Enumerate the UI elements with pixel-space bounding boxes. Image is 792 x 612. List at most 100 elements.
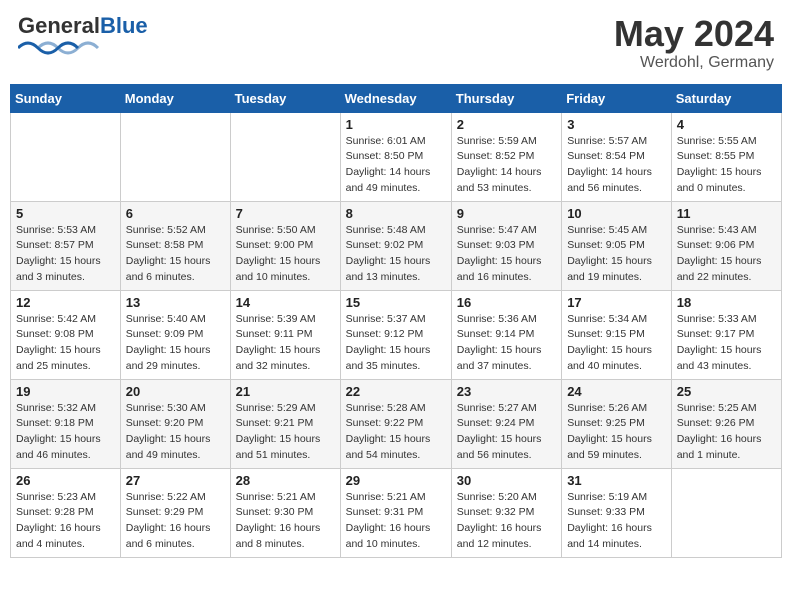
day-info: Sunrise: 5:48 AM Sunset: 9:02 PM Dayligh… bbox=[346, 223, 446, 286]
calendar-cell: 25Sunrise: 5:25 AM Sunset: 9:26 PM Dayli… bbox=[671, 379, 781, 468]
day-number: 3 bbox=[567, 117, 666, 132]
calendar-cell bbox=[120, 112, 230, 201]
calendar-cell: 8 Sunrise: 5:48 AM Sunset: 9:02 PM Daylig… bbox=[340, 201, 451, 290]
calendar-week-row: 12Sunrise: 5:42 AM Sunset: 9:08 PM Dayli… bbox=[11, 290, 782, 379]
day-number: 1 bbox=[346, 117, 446, 132]
day-info: Sunrise: 5:55 AM Sunset: 8:55 PM Dayligh… bbox=[677, 134, 776, 197]
day-info: Sunrise: 6:01 AM Sunset: 8:50 PM Dayligh… bbox=[346, 134, 446, 197]
weekday-header: Tuesday bbox=[230, 84, 340, 112]
calendar-cell: 16 Sunrise: 5:36 AM Sunset: 9:14 PM Dayli… bbox=[451, 290, 561, 379]
day-number: 7 bbox=[236, 206, 335, 221]
day-info: Sunrise: 5:52 AM Sunset: 8:58 PM Dayligh… bbox=[126, 223, 225, 286]
day-info: Sunrise: 5:33 AM Sunset: 9:17 PM Dayligh… bbox=[677, 312, 776, 375]
calendar-cell bbox=[671, 468, 781, 557]
day-info: Sunrise: 5:20 AM Sunset: 9:32 PM Dayligh… bbox=[457, 490, 556, 553]
calendar-cell: 22 Sunrise: 5:28 AM Sunset: 9:22 PM Dayli… bbox=[340, 379, 451, 468]
weekday-header: Sunday bbox=[11, 84, 121, 112]
day-number: 23 bbox=[457, 384, 556, 399]
calendar-cell: 28 Sunrise: 5:21 AM Sunset: 9:30 PM Dayli… bbox=[230, 468, 340, 557]
calendar-cell bbox=[230, 112, 340, 201]
day-info: Sunrise: 5:21 AM Sunset: 9:31 PM Dayligh… bbox=[346, 490, 446, 553]
logo: GeneralBlue bbox=[18, 14, 148, 56]
day-info: Sunrise: 5:19 AM Sunset: 9:33 PM Dayligh… bbox=[567, 490, 666, 553]
title-block: May 2024 Werdohl, Germany bbox=[614, 14, 774, 72]
day-number: 13 bbox=[126, 295, 225, 310]
calendar-cell: 5 Sunrise: 5:53 AM Sunset: 8:57 PM Daylig… bbox=[11, 201, 121, 290]
day-number: 25 bbox=[677, 384, 776, 399]
day-number: 27 bbox=[126, 473, 225, 488]
calendar-cell: 11Sunrise: 5:43 AM Sunset: 9:06 PM Dayli… bbox=[671, 201, 781, 290]
day-info: Sunrise: 5:53 AM Sunset: 8:57 PM Dayligh… bbox=[16, 223, 115, 286]
day-info: Sunrise: 5:50 AM Sunset: 9:00 PM Dayligh… bbox=[236, 223, 335, 286]
calendar-cell: 26 Sunrise: 5:23 AM Sunset: 9:28 PM Dayli… bbox=[11, 468, 121, 557]
day-info: Sunrise: 5:28 AM Sunset: 9:22 PM Dayligh… bbox=[346, 401, 446, 464]
logo-waves-icon bbox=[18, 34, 108, 56]
day-number: 5 bbox=[16, 206, 115, 221]
weekday-header: Monday bbox=[120, 84, 230, 112]
calendar-cell: 31Sunrise: 5:19 AM Sunset: 9:33 PM Dayli… bbox=[562, 468, 672, 557]
calendar-cell: 20Sunrise: 5:30 AM Sunset: 9:20 PM Dayli… bbox=[120, 379, 230, 468]
calendar-cell: 9 Sunrise: 5:47 AM Sunset: 9:03 PM Daylig… bbox=[451, 201, 561, 290]
location-subtitle: Werdohl, Germany bbox=[614, 54, 774, 72]
calendar-cell: 19 Sunrise: 5:32 AM Sunset: 9:18 PM Dayli… bbox=[11, 379, 121, 468]
day-number: 28 bbox=[236, 473, 335, 488]
day-number: 4 bbox=[677, 117, 776, 132]
calendar-header-row: SundayMondayTuesdayWednesdayThursdayFrid… bbox=[11, 84, 782, 112]
calendar-table: SundayMondayTuesdayWednesdayThursdayFrid… bbox=[10, 84, 782, 558]
weekday-header: Saturday bbox=[671, 84, 781, 112]
calendar-week-row: 5 Sunrise: 5:53 AM Sunset: 8:57 PM Daylig… bbox=[11, 201, 782, 290]
day-info: Sunrise: 5:29 AM Sunset: 9:21 PM Dayligh… bbox=[236, 401, 335, 464]
day-number: 26 bbox=[16, 473, 115, 488]
day-info: Sunrise: 5:40 AM Sunset: 9:09 PM Dayligh… bbox=[126, 312, 225, 375]
day-number: 16 bbox=[457, 295, 556, 310]
day-number: 22 bbox=[346, 384, 446, 399]
day-info: Sunrise: 5:37 AM Sunset: 9:12 PM Dayligh… bbox=[346, 312, 446, 375]
calendar-cell: 12Sunrise: 5:42 AM Sunset: 9:08 PM Dayli… bbox=[11, 290, 121, 379]
calendar-cell: 2 Sunrise: 5:59 AM Sunset: 8:52 PM Daylig… bbox=[451, 112, 561, 201]
calendar-cell: 3 Sunrise: 5:57 AM Sunset: 8:54 PM Daylig… bbox=[562, 112, 672, 201]
calendar-cell: 30 Sunrise: 5:20 AM Sunset: 9:32 PM Dayli… bbox=[451, 468, 561, 557]
day-info: Sunrise: 5:47 AM Sunset: 9:03 PM Dayligh… bbox=[457, 223, 556, 286]
day-number: 18 bbox=[677, 295, 776, 310]
calendar-cell: 6 Sunrise: 5:52 AM Sunset: 8:58 PM Daylig… bbox=[120, 201, 230, 290]
day-number: 8 bbox=[346, 206, 446, 221]
calendar-cell: 29Sunrise: 5:21 AM Sunset: 9:31 PM Dayli… bbox=[340, 468, 451, 557]
day-number: 11 bbox=[677, 206, 776, 221]
day-number: 30 bbox=[457, 473, 556, 488]
day-number: 20 bbox=[126, 384, 225, 399]
calendar-cell: 1 Sunrise: 6:01 AM Sunset: 8:50 PM Daylig… bbox=[340, 112, 451, 201]
calendar-cell: 7 Sunrise: 5:50 AM Sunset: 9:00 PM Daylig… bbox=[230, 201, 340, 290]
month-title: May 2024 bbox=[614, 14, 774, 54]
calendar-cell: 17Sunrise: 5:34 AM Sunset: 9:15 PM Dayli… bbox=[562, 290, 672, 379]
day-number: 2 bbox=[457, 117, 556, 132]
day-number: 10 bbox=[567, 206, 666, 221]
day-info: Sunrise: 5:26 AM Sunset: 9:25 PM Dayligh… bbox=[567, 401, 666, 464]
calendar-cell: 18 Sunrise: 5:33 AM Sunset: 9:17 PM Dayli… bbox=[671, 290, 781, 379]
day-info: Sunrise: 5:21 AM Sunset: 9:30 PM Dayligh… bbox=[236, 490, 335, 553]
day-number: 9 bbox=[457, 206, 556, 221]
day-info: Sunrise: 5:22 AM Sunset: 9:29 PM Dayligh… bbox=[126, 490, 225, 553]
day-number: 15 bbox=[346, 295, 446, 310]
page-header: GeneralBlue May 2024 Werdohl, Germany bbox=[10, 10, 782, 76]
calendar-cell: 14 Sunrise: 5:39 AM Sunset: 9:11 PM Dayli… bbox=[230, 290, 340, 379]
day-info: Sunrise: 5:32 AM Sunset: 9:18 PM Dayligh… bbox=[16, 401, 115, 464]
day-info: Sunrise: 5:34 AM Sunset: 9:15 PM Dayligh… bbox=[567, 312, 666, 375]
calendar-cell: 10 Sunrise: 5:45 AM Sunset: 9:05 PM Dayli… bbox=[562, 201, 672, 290]
calendar-cell: 24 Sunrise: 5:26 AM Sunset: 9:25 PM Dayli… bbox=[562, 379, 672, 468]
day-info: Sunrise: 5:36 AM Sunset: 9:14 PM Dayligh… bbox=[457, 312, 556, 375]
day-info: Sunrise: 5:39 AM Sunset: 9:11 PM Dayligh… bbox=[236, 312, 335, 375]
day-number: 19 bbox=[16, 384, 115, 399]
day-info: Sunrise: 5:57 AM Sunset: 8:54 PM Dayligh… bbox=[567, 134, 666, 197]
calendar-cell: 21 Sunrise: 5:29 AM Sunset: 9:21 PM Dayli… bbox=[230, 379, 340, 468]
day-number: 14 bbox=[236, 295, 335, 310]
day-info: Sunrise: 5:23 AM Sunset: 9:28 PM Dayligh… bbox=[16, 490, 115, 553]
calendar-cell: 4 Sunrise: 5:55 AM Sunset: 8:55 PM Daylig… bbox=[671, 112, 781, 201]
calendar-cell: 15 Sunrise: 5:37 AM Sunset: 9:12 PM Dayli… bbox=[340, 290, 451, 379]
weekday-header: Friday bbox=[562, 84, 672, 112]
day-info: Sunrise: 5:59 AM Sunset: 8:52 PM Dayligh… bbox=[457, 134, 556, 197]
weekday-header: Thursday bbox=[451, 84, 561, 112]
day-number: 6 bbox=[126, 206, 225, 221]
day-number: 24 bbox=[567, 384, 666, 399]
day-number: 21 bbox=[236, 384, 335, 399]
day-info: Sunrise: 5:45 AM Sunset: 9:05 PM Dayligh… bbox=[567, 223, 666, 286]
